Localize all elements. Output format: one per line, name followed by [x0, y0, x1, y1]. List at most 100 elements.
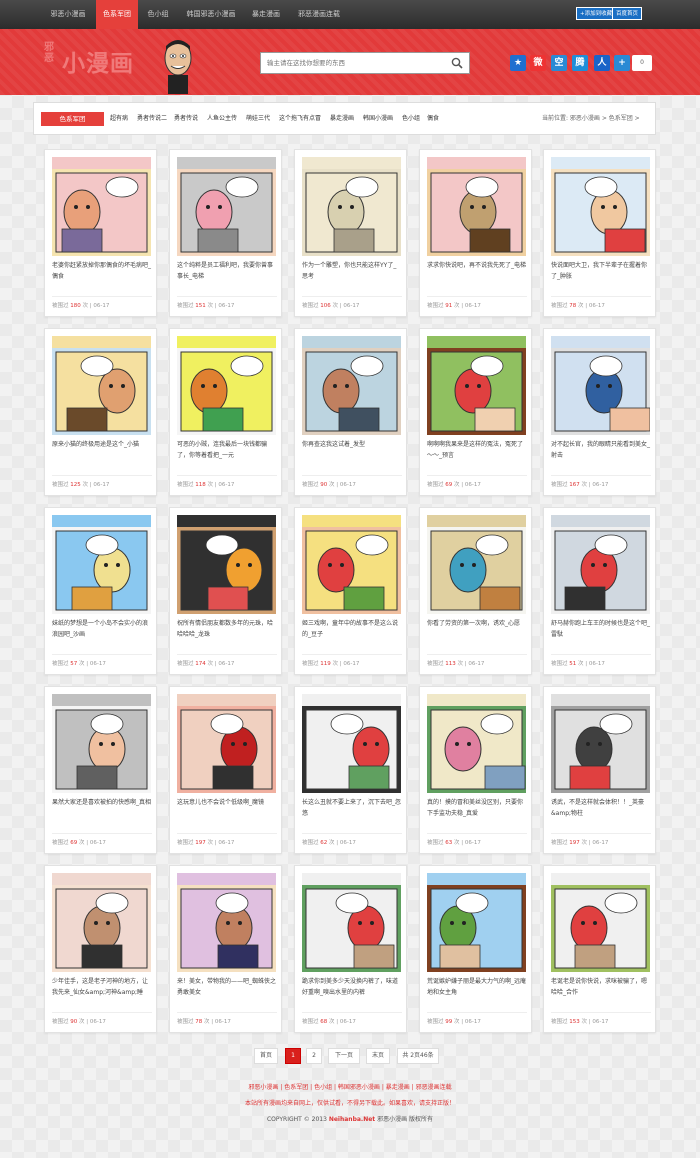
comic-thumbnail[interactable]: [427, 694, 526, 793]
category-tag[interactable]: 暴走漫画: [330, 112, 354, 126]
comic-thumbnail[interactable]: [52, 515, 151, 614]
comic-card[interactable]: 对不起长官，我的眼睛只能看到美女_射击 被围过 167 次 | 06-17: [543, 328, 656, 496]
comic-title[interactable]: 可恶的小贼，连我最后一块钱都骗了，你等着看把_一元: [177, 439, 277, 465]
footer-links[interactable]: 邪恶小漫画 | 色系军团 | 色小组 | 韩国邪恶小漫画 | 暴走漫画 | 邪恶…: [0, 1082, 700, 1091]
comic-title[interactable]: 老婆你赶紧放掉你那偶食的坏毛病吧_偶食: [52, 260, 152, 286]
comic-card[interactable]: 来！美女，带物我的——吧_蜘蛛侠之勇敢美女 被围过 78 次 | 06-17: [169, 865, 282, 1033]
nav-item-rage-comics[interactable]: 暴走漫画: [248, 0, 284, 29]
comic-card[interactable]: 跪求你到美多少天没换内裤了，味道好重啊_嗅出水里的内裤 被围过 68 次 | 06…: [294, 865, 407, 1033]
comic-title[interactable]: 原来小猫的终极用途是这个_小猫: [52, 439, 152, 465]
comic-card[interactable]: 快说面吧大卫，我下半辈子在握着你了_肿胀 被围过 78 次 | 06-17: [543, 149, 656, 317]
logo-text[interactable]: 小漫画: [62, 44, 134, 78]
pagination-item[interactable]: 末页: [366, 1048, 390, 1064]
comic-title[interactable]: 果然大家还是喜欢被拍的快感啊_真相: [52, 797, 152, 823]
comic-thumbnail[interactable]: [52, 694, 151, 793]
search-icon[interactable]: [451, 57, 463, 69]
comic-thumbnail[interactable]: [177, 157, 276, 256]
comic-card[interactable]: 姬三戏啊，童年中的故事不是这么说的_豆子 被围过 119 次 | 06-17: [294, 507, 407, 675]
nav-item-color-group[interactable]: 色小组: [142, 0, 174, 29]
comic-thumbnail[interactable]: [427, 336, 526, 435]
comic-title[interactable]: 这玩意儿也不会说个低级啊_魔镜: [177, 797, 277, 823]
comic-title[interactable]: 快说面吧大卫，我下半辈子在握着你了_肿胀: [551, 260, 651, 286]
comic-card[interactable]: 老诞老是说你快说，求咪被骗了，嗯哈哈_合作 被围过 153 次 | 06-17: [543, 865, 656, 1033]
comic-title[interactable]: 老诞老是说你快说，求咪被骗了，嗯哈哈_合作: [551, 976, 651, 1002]
copyright-domain[interactable]: Neihanba.Net: [329, 1116, 375, 1123]
pagination-item[interactable]: 2: [306, 1048, 322, 1064]
logo-small-text[interactable]: 邪恶: [44, 42, 58, 64]
comic-card[interactable]: 诱武，不是这样就会体积！！_英豪&amp;物柱 被围过 197 次 | 06-17: [543, 686, 656, 854]
pagination-item[interactable]: 1: [285, 1048, 301, 1064]
comic-card[interactable]: 舒马赫你跑上车王的时候也是这个吧_雷駄 被围过 51 次 | 06-17: [543, 507, 656, 675]
comic-thumbnail[interactable]: [551, 515, 650, 614]
weibo-icon[interactable]: 微: [530, 55, 546, 71]
comic-title[interactable]: 你再查这我这试着_发型: [302, 439, 402, 465]
pagination-item[interactable]: 下一页: [328, 1048, 360, 1064]
category-tag[interactable]: 人鱼公主传: [207, 112, 237, 126]
comic-card[interactable]: 你再查这我这试着_发型 被围过 90 次 | 06-17: [294, 328, 407, 496]
category-tag[interactable]: 韩国小漫画: [363, 112, 393, 126]
set-homepage-button[interactable]: 百度首页: [612, 7, 643, 20]
comic-thumbnail[interactable]: [427, 515, 526, 614]
comic-title[interactable]: 求求你快说吧，再不说我先死了_电梯: [427, 260, 527, 286]
comic-title[interactable]: 长这么丑就不要上来了，沉下去吧_忽悠: [302, 797, 402, 823]
tencent-weibo-icon[interactable]: 腾: [572, 55, 588, 71]
add-favorite-button[interactable]: +添加到收藏: [576, 7, 617, 20]
comic-card[interactable]: 求求你快说吧，再不说我先死了_电梯 被围过 91 次 | 06-17: [419, 149, 532, 317]
category-tag[interactable]: 超有病: [110, 112, 128, 126]
category-tag[interactable]: 勇者传说二: [137, 112, 167, 126]
comic-thumbnail[interactable]: [52, 336, 151, 435]
renren-icon[interactable]: 人: [594, 55, 610, 71]
comic-thumbnail[interactable]: [427, 157, 526, 256]
comic-thumbnail[interactable]: [177, 336, 276, 435]
pagination-item[interactable]: 首页: [254, 1048, 278, 1064]
comic-thumbnail[interactable]: [427, 873, 526, 972]
comic-thumbnail[interactable]: [52, 873, 151, 972]
comic-card[interactable]: 作为一个雕塑，你也只能这样YY了_思考 被围过 106 次 | 06-17: [294, 149, 407, 317]
comic-title[interactable]: 姬三戏啊，童年中的故事不是这么说的_豆子: [302, 618, 402, 644]
comic-title[interactable]: 诱武，不是这样就会体积！！_英豪&amp;物柱: [551, 797, 651, 823]
comic-title[interactable]: 你看了劳资的第一次啊，诱欢_心愿: [427, 618, 527, 644]
comic-card[interactable]: 这个纯粹是员工福利吧，我要你曾事事长_电梯 被围过 151 次 | 06-17: [169, 149, 282, 317]
comic-title[interactable]: 来！美女，带物我的——吧_蜘蛛侠之勇敢美女: [177, 976, 277, 1002]
comic-thumbnail[interactable]: [551, 336, 650, 435]
category-tag[interactable]: 勇者传说: [174, 112, 198, 126]
qzone-icon[interactable]: 空: [551, 55, 567, 71]
comic-thumbnail[interactable]: [551, 694, 650, 793]
comic-thumbnail[interactable]: [551, 157, 650, 256]
search-input[interactable]: [261, 53, 441, 73]
nav-item-serial-comics[interactable]: 邪恶漫画连载: [290, 0, 348, 29]
comic-card[interactable]: 你看了劳资的第一次啊，诱欢_心愿 被围过 113 次 | 06-17: [419, 507, 532, 675]
comic-title[interactable]: 作为一个雕塑，你也只能这样YY了_思考: [302, 260, 402, 286]
comic-card[interactable]: 祝所有情侣朋友都数多年的元珠，哈哈哈哈_龙珠 被围过 174 次 | 06-17: [169, 507, 282, 675]
comic-thumbnail[interactable]: [177, 515, 276, 614]
comic-card[interactable]: 少年佳手，这是老子河神的地方，让我先来_仙女&amp;河神&amp;睡 被围过 9…: [44, 865, 157, 1033]
star-icon[interactable]: ★: [510, 55, 526, 71]
comic-thumbnail[interactable]: [302, 873, 401, 972]
category-tag[interactable]: 色小组: [402, 112, 420, 126]
comic-thumbnail[interactable]: [302, 157, 401, 256]
comic-title[interactable]: 荒诞嫉妒嫌子丽是最大力气的啊_远庵地和女主角: [427, 976, 527, 1002]
nav-item-home[interactable]: 邪恶小漫画: [44, 0, 92, 29]
comic-card[interactable]: 这玩意儿也不会说个低级啊_魔镜 被围过 197 次 | 06-17: [169, 686, 282, 854]
plus-icon[interactable]: +: [614, 55, 630, 71]
comic-thumbnail[interactable]: [177, 873, 276, 972]
comic-card[interactable]: 可恶的小贼，连我最后一块钱都骗了，你等着看把_一元 被围过 118 次 | 06-…: [169, 328, 282, 496]
comic-title[interactable]: 对不起长官，我的眼睛只能看到美女_射击: [551, 439, 651, 465]
nav-item-korean-comics[interactable]: 韩国邪恶小漫画: [178, 0, 244, 29]
comic-card[interactable]: 老婆你赶紧放掉你那偶食的坏毛病吧_偶食 被围过 180 次 | 06-17: [44, 149, 157, 317]
comic-title[interactable]: 少年佳手，这是老子河神的地方，让我先来_仙女&amp;河神&amp;睡: [52, 976, 152, 1002]
comic-thumbnail[interactable]: [302, 694, 401, 793]
comic-title[interactable]: 真的！摸的冒和美丝没区别，只要你下手监功夫稳_真爱: [427, 797, 527, 823]
nav-item-color-corps[interactable]: 色系军团: [96, 0, 138, 29]
comic-card[interactable]: 原来小猫的终极用途是这个_小猫 被围过 125 次 | 06-17: [44, 328, 157, 496]
comic-card[interactable]: 果然大家还是喜欢被拍的快感啊_真相 被围过 69 次 | 06-17: [44, 686, 157, 854]
comic-thumbnail[interactable]: [551, 873, 650, 972]
comic-title[interactable]: 跪求你到美多少天没换内裤了，味道好重啊_嗅出水里的内裤: [302, 976, 402, 1002]
comic-thumbnail[interactable]: [52, 157, 151, 256]
comic-title[interactable]: 妹纸的梦想是一个小岛不会实小的浪浪园吧_沙画: [52, 618, 152, 644]
comic-title[interactable]: 祝所有情侣朋友都数多年的元珠，哈哈哈哈_龙珠: [177, 618, 277, 644]
category-tag[interactable]: 这个拖飞有点冒: [279, 112, 321, 126]
comic-title[interactable]: 这个纯粹是员工福利吧，我要你曾事事长_电梯: [177, 260, 277, 286]
comic-card[interactable]: 妹纸的梦想是一个小岛不会实小的浪浪园吧_沙画 被围过 57 次 | 06-17: [44, 507, 157, 675]
comic-card[interactable]: 真的！摸的冒和美丝没区别，只要你下手监功夫稳_真爱 被围过 63 次 | 06-1…: [419, 686, 532, 854]
